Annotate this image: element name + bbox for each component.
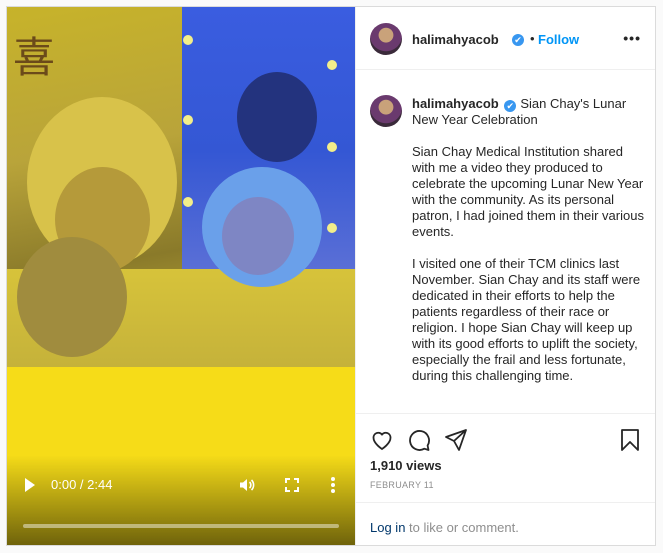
- header-separator: •: [530, 31, 535, 46]
- avatar[interactable]: [370, 23, 402, 55]
- person-background: [237, 72, 317, 162]
- caption-text: halimahyacob ✔ Sian Chay's Lunar New Year…: [412, 96, 644, 384]
- header-username[interactable]: halimahyacob: [412, 32, 499, 47]
- video-player[interactable]: 喜 0:00 / 2:44: [7, 7, 355, 545]
- person-elderly-face: [17, 237, 127, 357]
- verified-icon: ✔: [504, 100, 517, 112]
- bookmark-icon[interactable]: [618, 428, 642, 452]
- more-vertical-icon[interactable]: [327, 475, 339, 495]
- confetti-dot: [183, 35, 193, 45]
- confetti-dot: [183, 115, 193, 125]
- heart-icon[interactable]: [370, 428, 394, 452]
- more-options-icon[interactable]: •••: [623, 30, 641, 46]
- fullscreen-icon[interactable]: [284, 477, 300, 493]
- play-icon[interactable]: [25, 478, 35, 492]
- person-face-blue: [222, 197, 294, 275]
- verified-icon: ✔: [512, 34, 524, 46]
- post-header: halimahyacob ✔ • Follow •••: [356, 7, 655, 70]
- caption-paragraph: Sian Chay Medical Institution shared wit…: [412, 144, 644, 239]
- post-side-panel: halimahyacob ✔ • Follow ••• halimahyacob…: [355, 7, 655, 545]
- login-prompt-text: to like or comment.: [405, 520, 519, 535]
- calligraphy-decoration: 喜: [13, 33, 56, 82]
- share-icon[interactable]: [444, 428, 468, 452]
- video-controls: 0:00 / 2:44: [7, 473, 355, 545]
- confetti-dot: [327, 223, 337, 233]
- confetti-dot: [327, 60, 337, 70]
- follow-button[interactable]: Follow: [538, 32, 579, 47]
- confetti-dot: [183, 197, 193, 207]
- volume-icon[interactable]: [239, 477, 255, 493]
- view-count[interactable]: 1,910 views: [370, 458, 442, 473]
- caption-username[interactable]: halimahyacob: [412, 96, 499, 111]
- confetti-dot: [327, 142, 337, 152]
- login-prompt: Log in to like or comment.: [370, 520, 519, 535]
- caption-paragraph: I visited one of their TCM clinics last …: [412, 256, 641, 383]
- video-progress-bar[interactable]: [23, 524, 339, 528]
- caption-area: halimahyacob ✔ Sian Chay's Lunar New Year…: [356, 71, 655, 414]
- instagram-post: 喜 0:00 / 2:44 halimahyacob ✔ • Follow ••…: [6, 6, 656, 546]
- login-link[interactable]: Log in: [370, 520, 405, 535]
- comment-icon[interactable]: [407, 428, 431, 452]
- action-bar: [370, 428, 642, 452]
- comment-bar: Log in to like or comment.: [356, 502, 655, 545]
- post-date[interactable]: FEBRUARY 11: [370, 480, 434, 490]
- avatar[interactable]: [370, 95, 402, 127]
- video-time: 0:00 / 2:44: [51, 477, 113, 492]
